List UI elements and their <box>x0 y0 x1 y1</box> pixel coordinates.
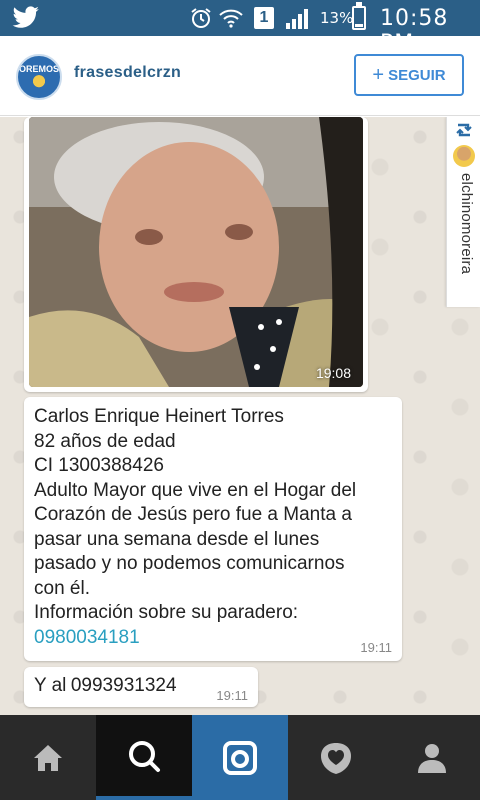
phone-link[interactable]: 0980034181 <box>34 626 392 651</box>
nav-home[interactable] <box>0 715 96 800</box>
sim-icon: 1 <box>254 7 274 29</box>
message-line: Carlos Enrique Heinert Torres <box>34 406 284 427</box>
message-line: con él. <box>34 577 90 599</box>
wifi-icon <box>219 9 243 28</box>
nav-search[interactable] <box>96 715 192 800</box>
message-line: Información sobre su paradero: <box>34 602 299 623</box>
follow-button[interactable]: + SEGUIR <box>354 54 464 96</box>
username[interactable]: frasesdelcrzn <box>74 64 181 82</box>
text-message: Carlos Enrique Heinert Torres 82 años de… <box>24 397 402 661</box>
battery-icon <box>352 2 366 30</box>
repost-icon <box>456 123 472 137</box>
message-line: CI 1300388426 <box>34 455 164 476</box>
message-line: pasado y no podemos comunicarnos <box>34 553 345 574</box>
repost-attribution[interactable]: elchinomoreira <box>446 117 480 307</box>
message-prefix: Y al <box>34 675 67 696</box>
twitter-icon <box>12 6 39 28</box>
message-line: 82 años de edad <box>34 430 176 452</box>
follow-label: SEGUIR <box>388 66 446 84</box>
message-line: pasar una semana desde el lunes <box>34 528 320 550</box>
avatar[interactable]: OREMOS <box>16 54 62 100</box>
profile-icon <box>418 743 446 773</box>
message-time: 19:11 <box>360 640 392 655</box>
message-line: Adulto Mayor que vive en el Hogar del <box>34 479 357 501</box>
battery-percent: 13% <box>320 9 354 27</box>
camera-icon <box>223 740 257 775</box>
activity-icon <box>321 742 351 774</box>
message-time: 19:11 <box>216 688 248 703</box>
phone-link[interactable]: 0993931324 <box>71 675 177 696</box>
bottom-nav <box>0 715 480 800</box>
message-line: Corazón de Jesús pero fue a Manta a <box>34 504 352 525</box>
photo-message: 19:08 <box>24 117 368 392</box>
profile-header: OREMOS frasesdelcrzn + SEGUIR <box>0 36 480 116</box>
person-photo: 19:08 <box>29 117 363 387</box>
search-icon <box>129 740 160 772</box>
repost-username: elchinomoreira <box>458 173 475 275</box>
status-bar: 1 13% 10:58 PM <box>0 0 480 56</box>
post-image: 19:08 Carlos Enrique Heinert Torres 82 a… <box>0 117 480 715</box>
home-icon <box>34 744 62 771</box>
text-message: Y al 0993931324 19:11 <box>24 667 258 707</box>
alarm-icon <box>191 8 211 28</box>
repost-avatar <box>453 145 475 167</box>
nav-activity[interactable] <box>288 715 384 800</box>
nav-camera[interactable] <box>192 715 288 800</box>
signal-icon <box>286 9 308 29</box>
plus-icon: + <box>372 64 385 86</box>
avatar-text: OREMOS <box>18 64 59 74</box>
photo-time: 19:08 <box>315 365 351 381</box>
nav-profile[interactable] <box>384 715 480 800</box>
